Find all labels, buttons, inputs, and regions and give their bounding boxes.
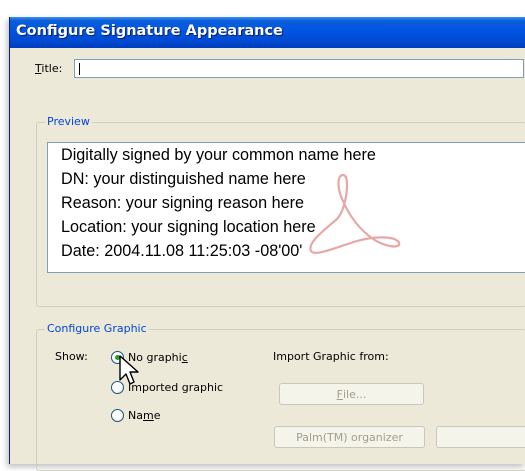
name-radio[interactable] [111,409,124,422]
name-label-end: e [153,409,161,422]
import-graphic-label: Import Graphic from: [273,350,389,363]
title-input[interactable] [74,59,524,78]
preview-line-date: Date: 2004.11.08 11:25:03 -08'00' [61,242,303,260]
dialog-title: Configure Signature Appearance [16,23,283,39]
configure-graphic-legend: Configure Graphic [45,322,149,335]
file-button-rest: ile... [342,387,367,401]
preview-line-location: Location: your signing location here [61,218,316,236]
signature-preview: Digitally signed by your common name her… [47,142,525,273]
dialog-titlebar[interactable]: Configure Signature Appearance [10,17,525,48]
file-button[interactable]: File... [279,383,424,405]
title-label: Title: [35,62,62,75]
partial-button[interactable] [436,426,525,448]
preview-line-reason: Reason: your signing reason here [61,194,304,212]
preview-legend: Preview [45,115,92,128]
adobe-pdf-logo-icon [309,173,401,254]
palm-organizer-button[interactable]: Palm(TM) organizer [274,426,425,448]
text-caret [79,63,80,75]
no-graphic-label-mnemonic: c [181,351,188,364]
name-label-start: Na [128,409,143,422]
name-label-mnemonic: m [142,409,154,422]
show-label: Show: [55,350,88,363]
preview-line-dn: DN: your distinguished name here [61,170,306,188]
mouse-pointer-icon [119,355,139,385]
name-label[interactable]: Name [128,409,160,422]
preview-line-common-name: Digitally signed by your common name her… [61,146,376,164]
title-label-rest: itle: [41,62,63,75]
